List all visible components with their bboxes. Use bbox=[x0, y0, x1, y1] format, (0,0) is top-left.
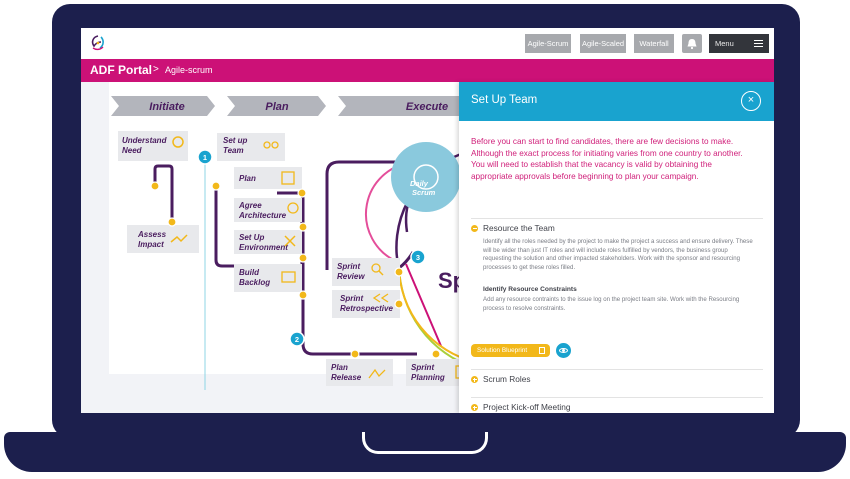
svg-text:Need: Need bbox=[122, 146, 143, 155]
svg-text:1: 1 bbox=[203, 153, 207, 162]
svg-text:Architecture: Architecture bbox=[238, 211, 287, 220]
step-agree-architecture[interactable]: Agree Architecture bbox=[234, 198, 302, 222]
section-label[interactable]: Scrum Roles bbox=[483, 374, 531, 384]
step-plan-release[interactable]: Plan Release bbox=[326, 359, 393, 386]
panel-title: Set Up Team bbox=[471, 94, 538, 106]
step-sprint-retrospective[interactable]: Sprint Retrospective bbox=[332, 290, 400, 318]
breadcrumb-current[interactable]: Agile-scrum bbox=[165, 65, 213, 75]
step-marker-2: 2 bbox=[289, 331, 305, 347]
nav-waterfall-button[interactable]: Waterfall bbox=[634, 34, 674, 53]
svg-text:Understand: Understand bbox=[122, 136, 168, 145]
phase-banner: Initiate Plan Execute bbox=[111, 96, 475, 116]
solution-blueprint-label: Solution Blueprint bbox=[477, 347, 528, 354]
svg-text:Release: Release bbox=[331, 373, 362, 382]
solution-blueprint-button[interactable]: Solution Blueprint bbox=[471, 344, 550, 357]
svg-text:Impact: Impact bbox=[138, 240, 164, 249]
svg-text:Set Up: Set Up bbox=[239, 233, 264, 242]
svg-text:Environment: Environment bbox=[239, 243, 288, 252]
bell-icon bbox=[687, 39, 697, 50]
svg-text:Set up: Set up bbox=[223, 136, 248, 145]
collapse-icon[interactable] bbox=[471, 225, 478, 232]
section-kickoff-meeting: Project Kick-off Meeting bbox=[471, 397, 763, 413]
svg-text:Review: Review bbox=[337, 272, 365, 281]
svg-text:Sprint: Sprint bbox=[340, 294, 363, 303]
svg-text:2: 2 bbox=[295, 335, 299, 344]
nav-agile-scaled-button[interactable]: Agile-Scaled bbox=[580, 34, 626, 53]
step-assess-impact[interactable]: Assess Impact bbox=[127, 225, 199, 253]
top-navigation: Agile-Scrum Agile-Scaled Waterfall Menu bbox=[81, 28, 774, 59]
detail-panel: Set Up Team × Before you can start to fi… bbox=[459, 82, 774, 413]
expand-icon[interactable] bbox=[471, 404, 478, 411]
svg-text:Retrospective: Retrospective bbox=[340, 304, 393, 313]
app-title[interactable]: ADF Portal bbox=[90, 63, 152, 77]
panel-header: Set Up Team × bbox=[459, 82, 774, 121]
menu-button[interactable]: Menu bbox=[709, 34, 769, 53]
sub-heading: Identify Resource Constraints bbox=[483, 286, 577, 293]
nav-agile-scrum-button[interactable]: Agile-Scrum bbox=[525, 34, 571, 53]
breadcrumb-separator: > bbox=[153, 64, 159, 75]
panel-intro: Before you can start to find candidates,… bbox=[471, 137, 743, 181]
laptop-notch bbox=[362, 432, 488, 454]
svg-text:Sprint: Sprint bbox=[411, 363, 434, 372]
eye-pupil bbox=[562, 349, 565, 352]
section-resource-team: Resource the Team Identify all the roles… bbox=[471, 218, 763, 338]
close-icon[interactable]: × bbox=[741, 91, 761, 111]
svg-text:Backlog: Backlog bbox=[239, 278, 270, 287]
title-bar: ADF Portal > Agile-scrum bbox=[81, 59, 774, 82]
svg-text:Assess: Assess bbox=[137, 230, 167, 239]
expand-icon[interactable] bbox=[471, 376, 478, 383]
svg-text:Plan: Plan bbox=[331, 363, 348, 372]
step-build-backlog[interactable]: Build Backlog bbox=[234, 264, 302, 292]
svg-text:Build: Build bbox=[239, 268, 260, 277]
daily-scrum-label-1: Daily bbox=[410, 179, 429, 188]
step-sprint-review[interactable]: Sprint Review bbox=[332, 258, 400, 286]
svg-text:Agree: Agree bbox=[238, 201, 262, 210]
step-set-up-environment[interactable]: Set Up Environment bbox=[234, 230, 302, 254]
view-button[interactable] bbox=[556, 343, 571, 358]
step-plan[interactable]: Plan bbox=[234, 167, 302, 189]
section-scrum-roles: Scrum Roles bbox=[471, 369, 763, 393]
phase-execute[interactable]: Execute bbox=[406, 101, 448, 113]
app-screen: Agile-Scrum Agile-Scaled Waterfall Menu … bbox=[81, 28, 774, 413]
notification-button[interactable] bbox=[682, 34, 702, 53]
svg-text:3: 3 bbox=[416, 253, 420, 262]
svg-text:Sprint: Sprint bbox=[337, 262, 360, 271]
section-label[interactable]: Resource the Team bbox=[483, 223, 555, 233]
document-icon bbox=[539, 347, 545, 354]
step-understand-need[interactable]: Understand Need bbox=[118, 131, 188, 161]
step-set-up-team[interactable]: Set up Team bbox=[217, 133, 285, 161]
sub-body: Add any resource contraints to the issue… bbox=[483, 296, 740, 312]
svg-text:Plan: Plan bbox=[239, 174, 256, 183]
hamburger-icon bbox=[754, 40, 763, 47]
phase-plan[interactable]: Plan bbox=[265, 101, 289, 113]
section-body: Identify all the roles needed by the pro… bbox=[483, 238, 753, 271]
menu-label: Menu bbox=[715, 39, 734, 48]
logo-icon[interactable] bbox=[89, 34, 107, 52]
step-marker-3: 3 bbox=[410, 249, 426, 265]
section-label[interactable]: Project Kick-off Meeting bbox=[483, 402, 570, 412]
daily-scrum-label-2: Scrum bbox=[412, 188, 436, 197]
svg-text:Team: Team bbox=[223, 146, 244, 155]
step-marker-1: 1 bbox=[197, 149, 213, 165]
phase-initiate[interactable]: Initiate bbox=[149, 101, 184, 113]
svg-text:Planning: Planning bbox=[411, 373, 445, 382]
